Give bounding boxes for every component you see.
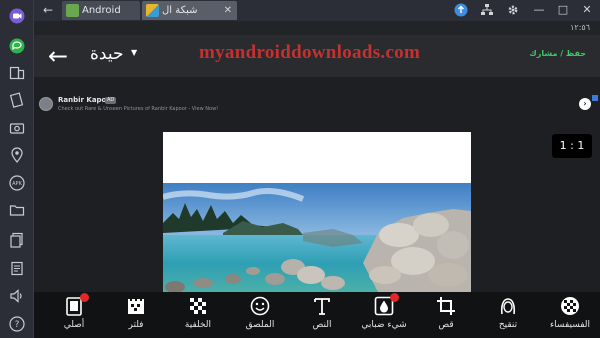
- mosaic-icon: [561, 297, 579, 315]
- emulator-window: APK ? ← Android شبكة ال ✕ — □ ✕ ١٢:٥٦ ← …: [0, 0, 600, 338]
- text-icon: [314, 298, 330, 315]
- tool-label: تنقيح: [498, 320, 518, 330]
- sticker-icon: [250, 296, 270, 316]
- tool-sticker[interactable]: الملصق: [232, 292, 288, 338]
- photo-grid-app-icon: [146, 4, 159, 17]
- crop-icon: [437, 297, 455, 315]
- minimize-icon[interactable]: —: [532, 2, 546, 18]
- apk-install-icon[interactable]: APK: [5, 172, 29, 194]
- screenshot-icon[interactable]: [5, 117, 29, 139]
- tab-photo-app[interactable]: شبكة ال ✕: [142, 1, 237, 20]
- tool-crop[interactable]: قص: [418, 292, 474, 338]
- help-icon[interactable]: ?: [5, 313, 29, 335]
- dropdown-caret-icon[interactable]: ▼: [131, 48, 137, 57]
- editor-toolbar: الفسيفساء تنقيح قص شيء ضبابي النص الملصق…: [34, 292, 600, 338]
- copy-icon[interactable]: [5, 229, 29, 251]
- svg-text:APK: APK: [12, 181, 22, 187]
- paste-icon[interactable]: [5, 257, 29, 279]
- tool-blur[interactable]: شيء ضبابي: [356, 292, 412, 338]
- close-icon[interactable]: ✕: [224, 1, 232, 20]
- save-share-button[interactable]: حفظ / مشارك: [529, 49, 586, 58]
- new-badge: [390, 293, 399, 302]
- android-icon: [66, 4, 79, 17]
- emulator-sidebar: APK ?: [0, 0, 34, 338]
- ad-info-icon[interactable]: [592, 95, 598, 101]
- tool-label: قص: [438, 320, 454, 330]
- tool-label: الملصق: [245, 320, 275, 330]
- upload-icon[interactable]: [454, 3, 468, 17]
- emulator-tab-bar: ← Android شبكة ال ✕ — □ ✕: [34, 0, 600, 21]
- tool-original[interactable]: أصلي: [46, 292, 102, 338]
- lake-photo: [163, 183, 471, 292]
- status-time: ١٢:٥٦: [570, 23, 590, 32]
- tool-background[interactable]: الخلفية: [170, 292, 226, 338]
- back-arrow-icon[interactable]: ←: [48, 41, 70, 71]
- tool-retouch[interactable]: تنقيح: [480, 292, 536, 338]
- face-retouch-icon: [500, 298, 516, 315]
- app-action-bar: ← حيدة ▼ myandroiddownloads.com حفظ / مش…: [34, 35, 600, 77]
- filter-icon: [128, 297, 144, 314]
- multi-window-icon[interactable]: [5, 62, 29, 84]
- network-icon[interactable]: [480, 3, 494, 17]
- camera-record-icon[interactable]: [5, 5, 29, 27]
- tool-mosaic[interactable]: الفسيفساء: [542, 292, 598, 338]
- tool-label: شيء ضبابي: [361, 320, 407, 330]
- android-status-bar: ١٢:٥٦: [34, 21, 600, 35]
- back-arrow-icon[interactable]: ←: [40, 3, 56, 18]
- tool-filter[interactable]: فلتر: [108, 292, 164, 338]
- tab-label: شبكة ال: [162, 5, 198, 16]
- ad-badge: AD: [105, 97, 117, 104]
- chat-bubble-icon[interactable]: [5, 35, 29, 57]
- aspect-ratio-button[interactable]: 1 : 1: [552, 134, 592, 158]
- volume-icon[interactable]: [5, 285, 29, 307]
- folder-icon[interactable]: [5, 199, 29, 221]
- editor-content: Ranbir Kapoor AD Check out Rare & Unseen…: [34, 77, 600, 292]
- avatar: [39, 97, 53, 111]
- watermark-text: myandroiddownloads.com: [199, 42, 421, 63]
- tab-label: Android: [82, 5, 121, 16]
- tool-text[interactable]: النص: [294, 292, 350, 338]
- ad-banner[interactable]: Ranbir Kapoor AD Check out Rare & Unseen…: [34, 95, 600, 121]
- mode-title-dropdown[interactable]: حيدة: [90, 44, 123, 64]
- ad-description: Check out Rare & Unseen Pictures of Ranb…: [58, 106, 219, 112]
- gear-icon[interactable]: [506, 3, 520, 17]
- rotate-screen-icon[interactable]: [5, 89, 29, 111]
- tool-label: فلتر: [128, 320, 144, 330]
- tool-label: الخلفية: [184, 320, 212, 330]
- tool-label: النص: [312, 320, 332, 330]
- location-pin-icon[interactable]: [5, 144, 29, 166]
- chevron-right-icon[interactable]: ›: [579, 98, 591, 110]
- tool-label: أصلي: [63, 320, 85, 330]
- background-icon: [190, 298, 206, 314]
- tool-label: الفسيفساء: [549, 320, 591, 330]
- tab-android[interactable]: Android: [62, 1, 140, 20]
- svg-text:?: ?: [15, 320, 20, 330]
- new-badge: [80, 293, 89, 302]
- close-window-icon[interactable]: ✕: [580, 2, 594, 18]
- maximize-icon[interactable]: □: [556, 2, 570, 18]
- photo-canvas[interactable]: [163, 132, 471, 292]
